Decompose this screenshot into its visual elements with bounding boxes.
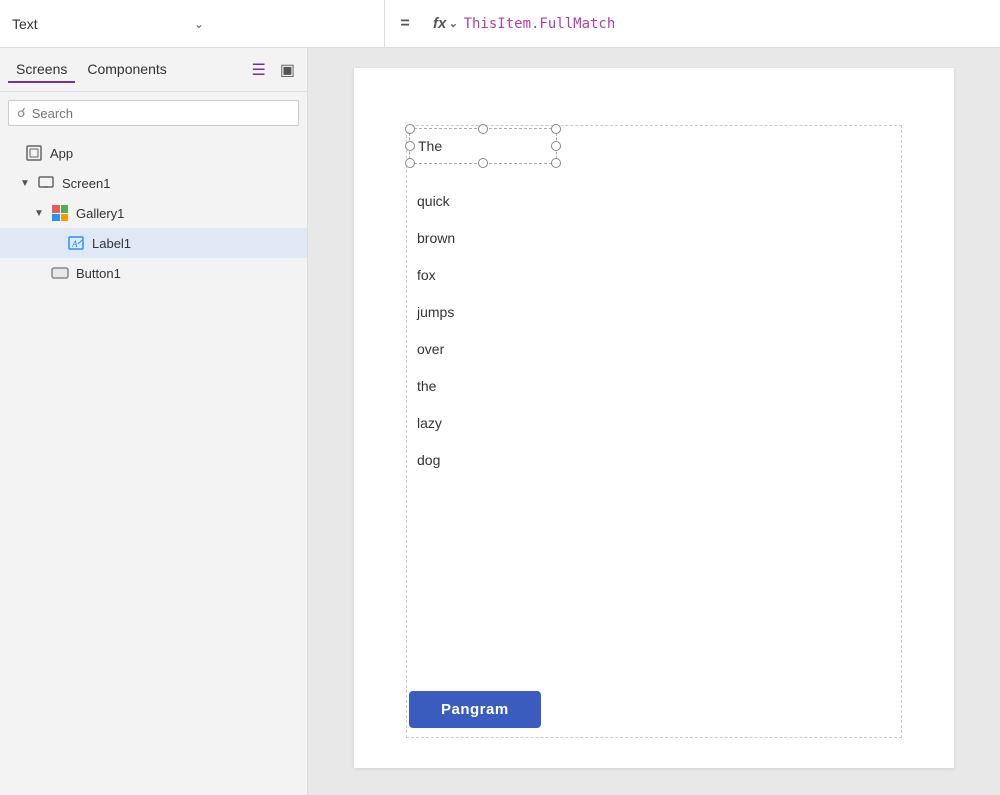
property-dropdown[interactable]: Text ⌄	[0, 0, 385, 47]
label-selection-box: The	[409, 128, 557, 164]
search-input[interactable]	[32, 106, 290, 121]
tab-components[interactable]: Components	[79, 57, 174, 83]
tree-item-app[interactable]: App	[0, 138, 307, 168]
pangram-button[interactable]: Pangram	[409, 691, 541, 728]
svg-text:A: A	[71, 239, 78, 249]
tree-area: App ▼ Screen1 ▼	[0, 134, 307, 795]
list-item: jumps	[409, 294, 899, 331]
sidebar: Screens Components ☰ ▣ ☌	[0, 48, 308, 795]
fx-chevron-icon: ⌄	[448, 17, 457, 30]
tree-label-gallery1: Gallery1	[76, 206, 124, 221]
list-item: quick	[409, 183, 899, 220]
tree-label-screen1: Screen1	[62, 176, 110, 191]
sidebar-tabs: Screens Components ☰ ▣	[0, 48, 307, 92]
expand-icon-screen1: ▼	[20, 178, 36, 189]
chevron-down-icon: ⌄	[194, 17, 372, 31]
selected-label-text: The	[418, 138, 442, 154]
grid-view-icon[interactable]: ▣	[276, 58, 299, 82]
sidebar-tab-icons: ☰ ▣	[248, 58, 299, 82]
gallery-icon	[50, 203, 70, 223]
button-icon	[50, 263, 70, 283]
tree-item-gallery1[interactable]: ▼ Gallery1	[0, 198, 307, 228]
top-bar: Text ⌄ = fx ⌄ ThisItem.FullMatch	[0, 0, 1000, 48]
property-label: Text	[12, 16, 190, 32]
formula-bar[interactable]: fx ⌄ ThisItem.FullMatch	[425, 0, 1000, 47]
handle-middle-right[interactable]	[551, 141, 561, 151]
tree-label-app: App	[50, 146, 73, 161]
tree-item-label1[interactable]: A Label1	[0, 228, 307, 258]
tree-item-screen1[interactable]: ▼ Screen1	[0, 168, 307, 198]
handle-top-left[interactable]	[405, 124, 415, 134]
list-item: fox	[409, 257, 899, 294]
search-icon: ☌	[17, 105, 26, 121]
fx-icon: fx ⌄	[433, 15, 458, 32]
handle-middle-left[interactable]	[405, 141, 415, 151]
app-icon	[24, 143, 44, 163]
label-icon: A	[66, 233, 86, 253]
handle-bottom-left[interactable]	[405, 158, 415, 168]
canvas-area: The quick brown fox jumps over	[308, 48, 1000, 795]
handle-top-middle[interactable]	[478, 124, 488, 134]
equals-sign: =	[385, 15, 425, 33]
main-content: Screens Components ☰ ▣ ☌	[0, 48, 1000, 795]
list-item: lazy	[409, 405, 899, 442]
canvas-frame: The quick brown fox jumps over	[354, 68, 954, 768]
search-box[interactable]: ☌	[8, 100, 299, 126]
handle-top-right[interactable]	[551, 124, 561, 134]
tree-label-button1: Button1	[76, 266, 121, 281]
list-item: over	[409, 331, 899, 368]
tab-screens[interactable]: Screens	[8, 57, 75, 83]
list-item: brown	[409, 220, 899, 257]
tree-item-button1[interactable]: Button1	[0, 258, 307, 288]
handle-bottom-right[interactable]	[551, 158, 561, 168]
expand-icon-gallery1: ▼	[34, 208, 50, 219]
formula-text: ThisItem.FullMatch	[464, 16, 616, 32]
list-item: the	[409, 368, 899, 405]
tree-label-label1: Label1	[92, 236, 131, 251]
list-view-icon[interactable]: ☰	[248, 58, 270, 82]
selected-label-container[interactable]: The	[409, 128, 559, 164]
handle-bottom-middle[interactable]	[478, 158, 488, 168]
list-item: dog	[409, 442, 899, 479]
gallery-items-list: quick brown fox jumps over the l	[409, 183, 899, 479]
screen-icon	[36, 173, 56, 193]
